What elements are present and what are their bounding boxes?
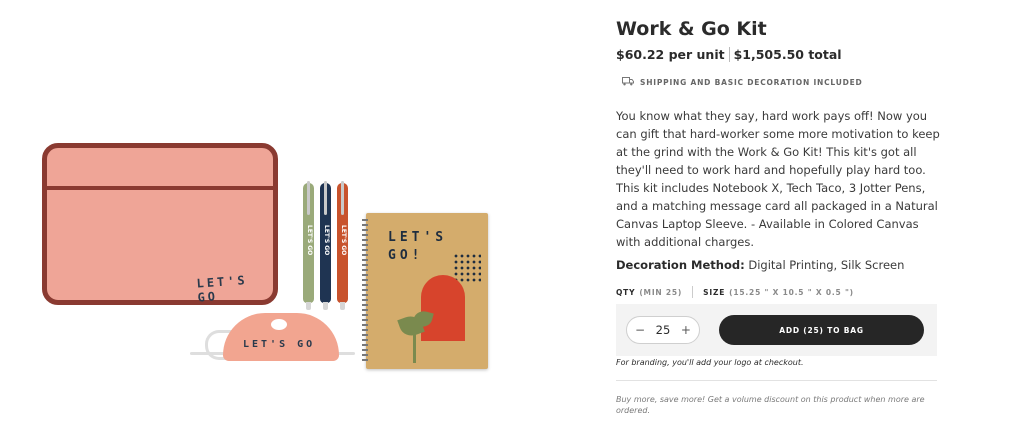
sleeve-logo: LET'S GO [196,273,249,305]
pen-label: LET'S GO [306,225,313,256]
divider [616,380,937,381]
decoration-method: Decoration Method: Digital Printing, Sil… [616,258,904,272]
pen-tip [306,302,311,310]
price-divider [728,47,730,62]
price-line: $60.22 per unit $1,505.50 total [616,47,842,62]
notebook-spiral [362,219,368,363]
qty-min: (MIN 25) [639,287,683,297]
taco-hole [271,319,287,330]
pen-label: LET'S GO [340,225,347,256]
add-to-bag-area: − 25 + ADD (25) TO BAG [616,304,937,356]
price-total: $1,505.50 total [733,47,842,62]
product-description: You know what they say, hard work pays o… [616,109,940,249]
pen-rust: LET'S GO [337,181,348,310]
taco-logo: LET'S GO [243,339,316,350]
shipping-text: SHIPPING AND BASIC DECORATION INCLUDED [640,78,863,87]
size-label: SIZE [703,287,726,297]
sleeve-zipper [47,186,273,190]
pen-clip [307,181,310,215]
product-specs: QTY (MIN 25) SIZE (15.25 " X 10.5 " X 0.… [616,286,854,298]
pen-navy: LET'S GO [320,181,331,310]
pen-clip [324,181,327,215]
quantity-stepper: − 25 + [626,316,700,344]
pen-tip [340,302,345,310]
increase-quantity-button[interactable]: + [681,323,691,337]
product-title: Work & Go Kit [616,18,767,40]
laptop-sleeve: LET'S GO [42,143,278,305]
shipping-note: SHIPPING AND BASIC DECORATION INCLUDED [622,77,863,88]
decoration-label: Decoration Method: [616,258,745,272]
decoration-value: Digital Printing, Silk Screen [748,258,905,272]
pen-clip [341,181,344,215]
notebook-dots [453,253,481,283]
specs-divider [692,286,694,298]
notebook: LET'S GO! [362,213,488,369]
pen-tip [323,302,328,310]
price-per-unit: $60.22 per unit [616,47,725,62]
size-value: (15.25 " X 10.5 " X 0.5 ") [729,287,854,297]
pen-label: LET'S GO [323,225,330,256]
truck-icon [622,77,634,88]
notebook-title: LET'S GO! [388,230,448,263]
branding-note: For branding, you'll add your logo at ch… [616,358,804,367]
volume-discount-note: Buy more, save more! Get a volume discou… [616,395,925,415]
tech-taco: LET'S GO [223,313,339,361]
add-to-bag-button[interactable]: ADD (25) TO BAG [719,315,924,345]
decrease-quantity-button[interactable]: − [635,323,645,337]
notebook-arch [421,275,465,341]
product-image: LET'S GO LET'S GO LET'S GO LET'S GO LET'… [0,0,560,425]
pen-green: LET'S GO [303,181,314,310]
quantity-input[interactable]: 25 [656,323,671,337]
qty-label: QTY [616,287,636,297]
